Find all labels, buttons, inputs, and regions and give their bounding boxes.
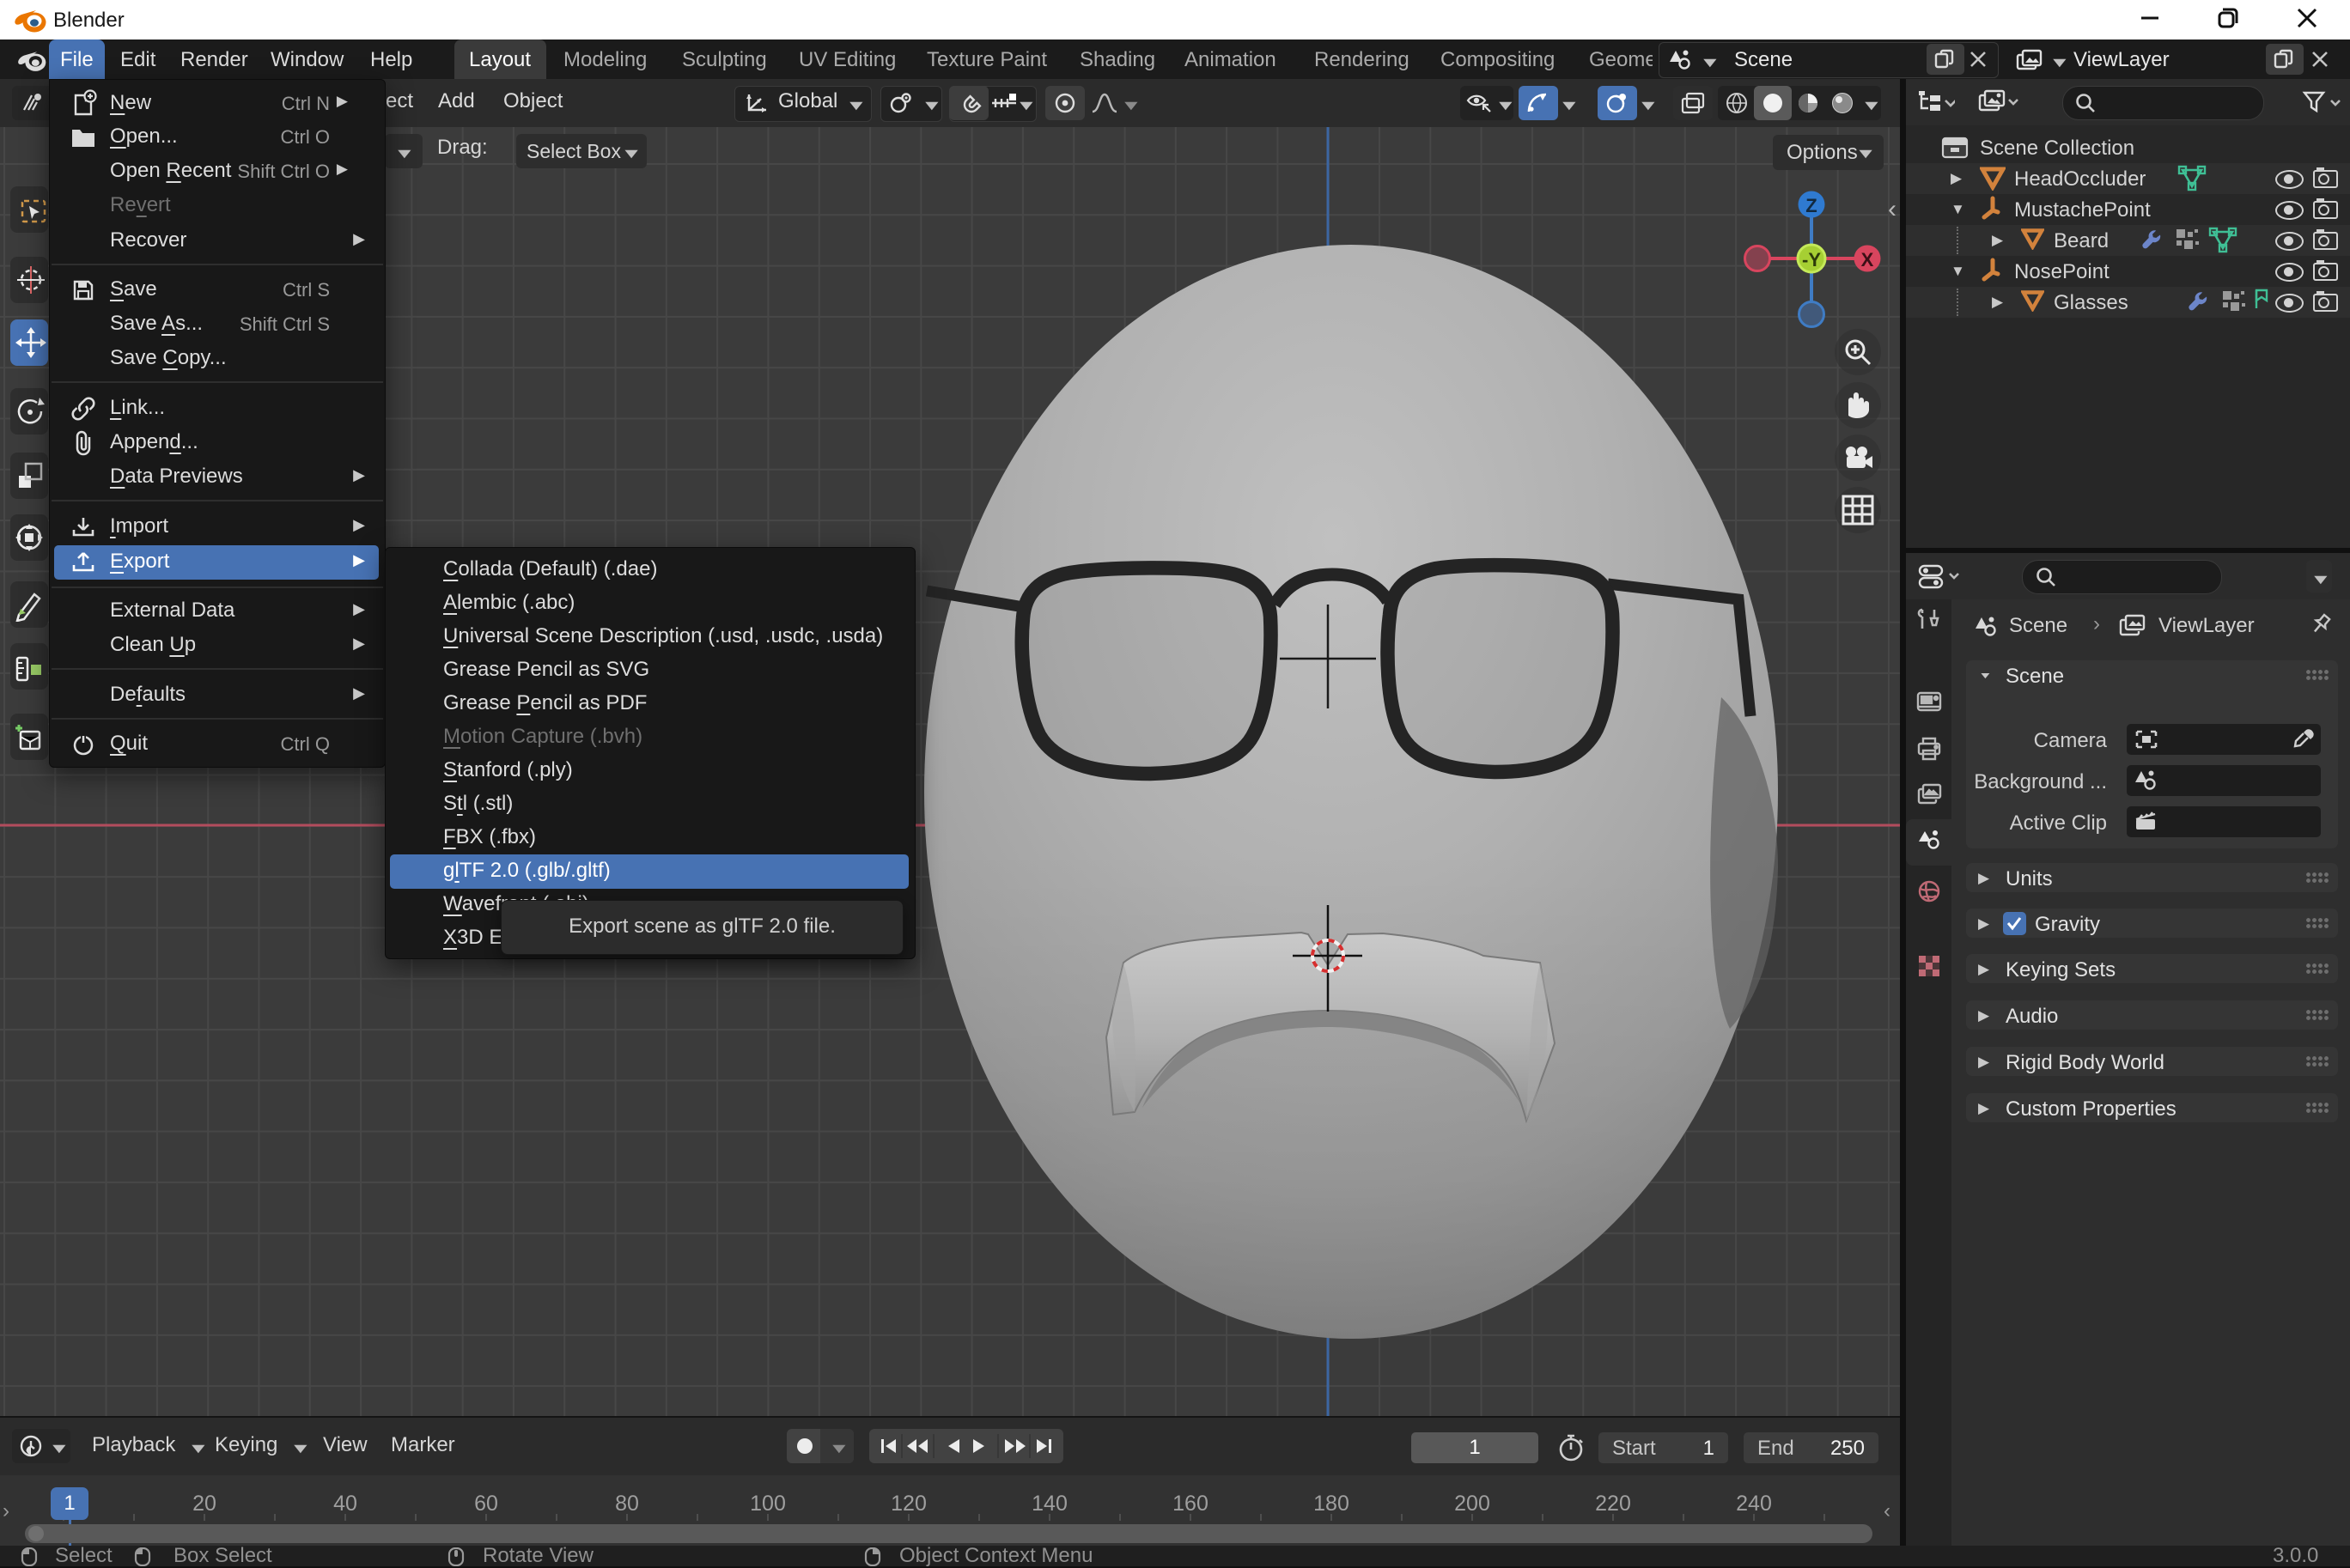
svg-text:‹: ‹ [1888, 195, 1896, 223]
svg-text:Z: Z [1805, 195, 1817, 216]
svg-text:X: X [1861, 249, 1874, 270]
svg-text:-Y: -Y [1802, 249, 1821, 270]
